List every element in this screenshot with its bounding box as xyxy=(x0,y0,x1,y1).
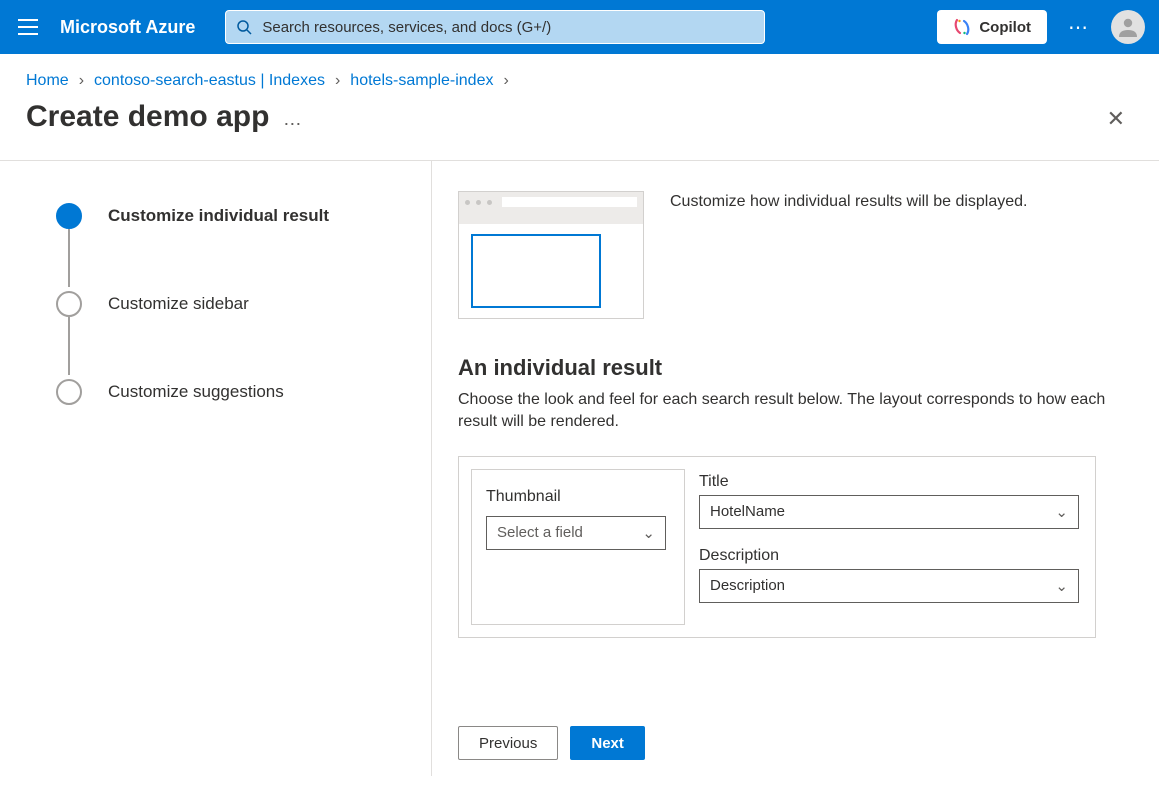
title-label: Title xyxy=(699,473,1079,491)
more-icon[interactable]: ⋯ xyxy=(1059,15,1099,40)
step-sidebar[interactable]: Customize sidebar xyxy=(56,289,411,319)
title-select[interactable]: HotelName ⌄ xyxy=(699,495,1079,529)
step-label: Customize individual result xyxy=(108,206,329,226)
step-individual-result[interactable]: Customize individual result xyxy=(56,201,411,231)
description-select[interactable]: Description ⌄ xyxy=(699,569,1079,603)
step-dot-icon xyxy=(56,203,82,229)
copilot-button[interactable]: Copilot xyxy=(937,10,1047,44)
copilot-icon xyxy=(953,18,971,36)
step-label: Customize suggestions xyxy=(108,382,284,402)
preview-description: Customize how individual results will be… xyxy=(670,191,1028,211)
previous-button[interactable]: Previous xyxy=(458,726,558,760)
section-description: Choose the look and feel for each search… xyxy=(458,389,1128,434)
result-preview-thumbnail xyxy=(458,191,644,319)
avatar[interactable] xyxy=(1111,10,1145,44)
thumbnail-select[interactable]: Select a field ⌄ xyxy=(486,516,666,550)
content-panel: Customize how individual results will be… xyxy=(432,161,1159,776)
title-value: HotelName xyxy=(710,503,785,520)
thumbnail-column: Thumbnail Select a field ⌄ xyxy=(471,469,685,625)
step-dot-icon xyxy=(56,291,82,317)
description-label: Description xyxy=(699,547,1079,565)
search-icon xyxy=(236,19,252,35)
chevron-right-icon: › xyxy=(79,72,84,90)
brand[interactable]: Microsoft Azure xyxy=(54,17,213,38)
next-button[interactable]: Next xyxy=(570,726,645,760)
search-box[interactable] xyxy=(225,10,765,44)
top-bar: Microsoft Azure Copilot ⋯ xyxy=(0,0,1159,54)
breadcrumb-home[interactable]: Home xyxy=(26,72,69,90)
chevron-right-icon: › xyxy=(503,72,508,90)
search-input[interactable] xyxy=(260,18,754,37)
page-title: Create demo app xyxy=(26,100,269,134)
chevron-down-icon: ⌄ xyxy=(1055,503,1068,521)
thumbnail-value: Select a field xyxy=(497,524,583,541)
step-label: Customize sidebar xyxy=(108,294,249,314)
breadcrumb-service[interactable]: contoso-search-eastus | Indexes xyxy=(94,72,325,90)
breadcrumb: Home › contoso-search-eastus | Indexes ›… xyxy=(0,54,1159,98)
fields-column: Title HotelName ⌄ Description Descriptio… xyxy=(697,457,1095,637)
stepper-panel: Customize individual result Customize si… xyxy=(0,161,432,776)
step-dot-icon xyxy=(56,379,82,405)
close-icon[interactable]: ✕ xyxy=(1099,98,1133,140)
title-bar: Create demo app ⋯ ✕ xyxy=(0,98,1159,160)
thumbnail-label: Thumbnail xyxy=(486,488,670,506)
wizard-footer: Previous Next xyxy=(458,726,645,760)
menu-icon[interactable] xyxy=(14,13,42,41)
chevron-right-icon: › xyxy=(335,72,340,90)
description-value: Description xyxy=(710,577,785,594)
result-config-box: Thumbnail Select a field ⌄ Title HotelNa… xyxy=(458,456,1096,638)
step-suggestions[interactable]: Customize suggestions xyxy=(56,377,411,407)
breadcrumb-index[interactable]: hotels-sample-index xyxy=(350,72,493,90)
section-heading: An individual result xyxy=(458,355,1133,381)
page-more-icon[interactable]: ⋯ xyxy=(283,114,303,135)
copilot-label: Copilot xyxy=(979,19,1031,36)
chevron-down-icon: ⌄ xyxy=(642,524,655,542)
chevron-down-icon: ⌄ xyxy=(1055,577,1068,595)
